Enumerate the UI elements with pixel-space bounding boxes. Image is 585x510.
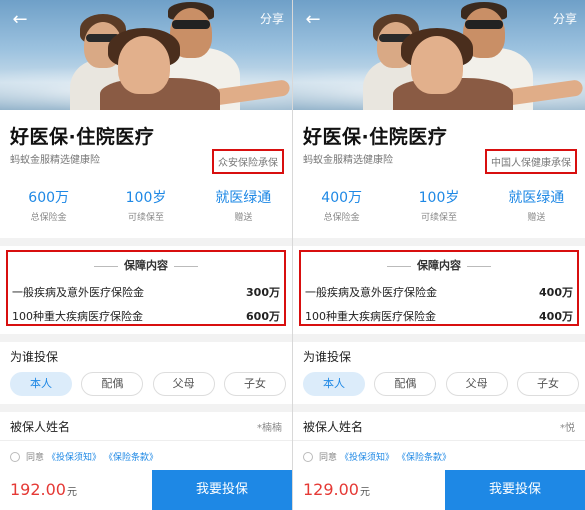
buy-button[interactable]: 我要投保 (152, 470, 292, 510)
tab-spouse[interactable]: 配偶 (81, 372, 144, 396)
price-value: 192.00 (10, 480, 66, 499)
terms-link[interactable]: 《保险条款》 (104, 450, 158, 463)
key-stats: 600万 总保险金 100岁 可续保至 就医绿通 赠送 (0, 190, 292, 230)
stat-green-channel[interactable]: 就医绿通 赠送 (488, 190, 585, 230)
insured-name-label: 被保人姓名 (303, 420, 364, 434)
section-gap (0, 404, 292, 412)
stat-value: 就医绿通 (508, 190, 565, 206)
coverage-item-name: 100种重大疾病医疗保险金 (12, 310, 143, 323)
coverage-item-name: 100种重大疾病医疗保险金 (305, 310, 436, 323)
section-gap (0, 238, 292, 246)
share-button[interactable]: 分享 (260, 10, 284, 27)
stat-value: 100岁 (418, 190, 460, 206)
stat-total-coverage: 600万 总保险金 (0, 190, 97, 230)
coverage-row: 100种重大疾病医疗保险金 400万 (305, 308, 573, 324)
coverage-row: 一般疾病及意外医疗保险金 300万 (12, 284, 280, 300)
insured-name-field[interactable]: *悦 (560, 419, 575, 434)
stat-value: 100岁 (125, 190, 167, 206)
underwriter-label: 众安保险承保 (212, 149, 284, 174)
back-arrow-icon[interactable]: ← (301, 8, 325, 32)
price-unit: 元 (66, 487, 77, 498)
divider (293, 440, 585, 441)
back-arrow-icon[interactable]: ← (8, 8, 32, 32)
stat-renewal-age: 100岁 可续保至 (97, 190, 194, 230)
agree-prefix: 同意 (26, 453, 45, 463)
agree-prefix: 同意 (319, 453, 338, 463)
notice-link[interactable]: 《投保须知》 (47, 450, 101, 463)
right-screenshot: ← 分享 好医保·住院医疗 蚂蚁金服精选健康险 中国人保健康承保 400万 总保… (293, 0, 585, 510)
hero-photo (0, 0, 292, 110)
coverage-box: 保障内容 一般疾病及意外医疗保险金 300万 100种重大疾病医疗保险金 600… (6, 250, 286, 326)
section-gap (0, 334, 292, 342)
stat-value: 就医绿通 (215, 190, 272, 206)
price-value: 129.00 (303, 480, 359, 499)
share-button[interactable]: 分享 (553, 10, 577, 27)
coverage-title: 保障内容 (301, 257, 577, 273)
stat-green-channel[interactable]: 就医绿通 赠送 (195, 190, 292, 230)
insured-name-field[interactable]: *楠楠 (257, 419, 282, 434)
tab-children[interactable]: 子女 (516, 372, 579, 396)
left-screenshot: ← 分享 好医保·住院医疗 蚂蚁金服精选健康险 众安保险承保 600万 总保险金… (0, 0, 292, 510)
price-display: 129.00元 (303, 480, 370, 499)
insured-for-tabs: 本人 配偶 父母 子女 (10, 372, 286, 396)
stat-label: 总保险金 (30, 213, 67, 223)
stat-renewal-age: 100岁 可续保至 (390, 190, 487, 230)
coverage-item-amount: 600万 (246, 310, 280, 323)
agree-radio[interactable] (303, 451, 313, 462)
stat-value: 600万 (28, 190, 70, 206)
section-gap (293, 404, 585, 412)
insured-for-label: 为谁投保 (10, 350, 59, 364)
tab-self[interactable]: 本人 (303, 372, 365, 396)
coverage-item-name: 一般疾病及意外医疗保险金 (305, 286, 437, 299)
underwriter-label: 中国人保健康承保 (485, 149, 577, 174)
agree-radio[interactable] (10, 451, 20, 462)
stat-label: 可续保至 (420, 213, 457, 223)
tab-children[interactable]: 子女 (223, 372, 286, 396)
stat-total-coverage: 400万 总保险金 (293, 190, 390, 230)
coverage-title: 保障内容 (8, 257, 284, 273)
price-display: 192.00元 (10, 480, 77, 499)
agreement-row: 同意 《投保须知》 《保险条款》 (10, 450, 158, 463)
section-gap (293, 334, 585, 342)
product-title: 好医保·住院医疗 (303, 126, 448, 148)
coverage-row: 100种重大疾病医疗保险金 600万 (12, 308, 280, 324)
key-stats: 400万 总保险金 100岁 可续保至 就医绿通 赠送 (293, 190, 585, 230)
agreement-row: 同意 《投保须知》 《保险条款》 (303, 450, 451, 463)
buy-button[interactable]: 我要投保 (445, 470, 585, 510)
section-gap (293, 238, 585, 246)
insured-for-tabs: 本人 配偶 父母 子女 (303, 372, 579, 396)
coverage-item-name: 一般疾病及意外医疗保险金 (12, 286, 144, 299)
tab-parents[interactable]: 父母 (152, 372, 215, 396)
stat-value: 400万 (321, 190, 363, 206)
product-subtitle: 蚂蚁金服精选健康险 (10, 155, 100, 166)
tab-parents[interactable]: 父母 (445, 372, 508, 396)
coverage-item-amount: 400万 (539, 310, 573, 323)
price-unit: 元 (359, 487, 370, 498)
coverage-item-amount: 400万 (539, 286, 573, 299)
notice-link[interactable]: 《投保须知》 (340, 450, 394, 463)
coverage-item-amount: 300万 (246, 286, 280, 299)
tab-spouse[interactable]: 配偶 (374, 372, 437, 396)
insured-name-label: 被保人姓名 (10, 420, 71, 434)
hero-photo (293, 0, 585, 110)
stat-label: 赠送 (527, 213, 546, 223)
insured-for-label: 为谁投保 (303, 350, 352, 364)
stat-label: 赠送 (234, 213, 253, 223)
divider (0, 440, 292, 441)
tab-self[interactable]: 本人 (10, 372, 72, 396)
product-subtitle: 蚂蚁金服精选健康险 (303, 155, 393, 166)
terms-link[interactable]: 《保险条款》 (397, 450, 451, 463)
stat-label: 可续保至 (127, 213, 164, 223)
product-title: 好医保·住院医疗 (10, 126, 155, 148)
coverage-box: 保障内容 一般疾病及意外医疗保险金 400万 100种重大疾病医疗保险金 400… (299, 250, 579, 326)
coverage-row: 一般疾病及意外医疗保险金 400万 (305, 284, 573, 300)
stat-label: 总保险金 (323, 213, 360, 223)
